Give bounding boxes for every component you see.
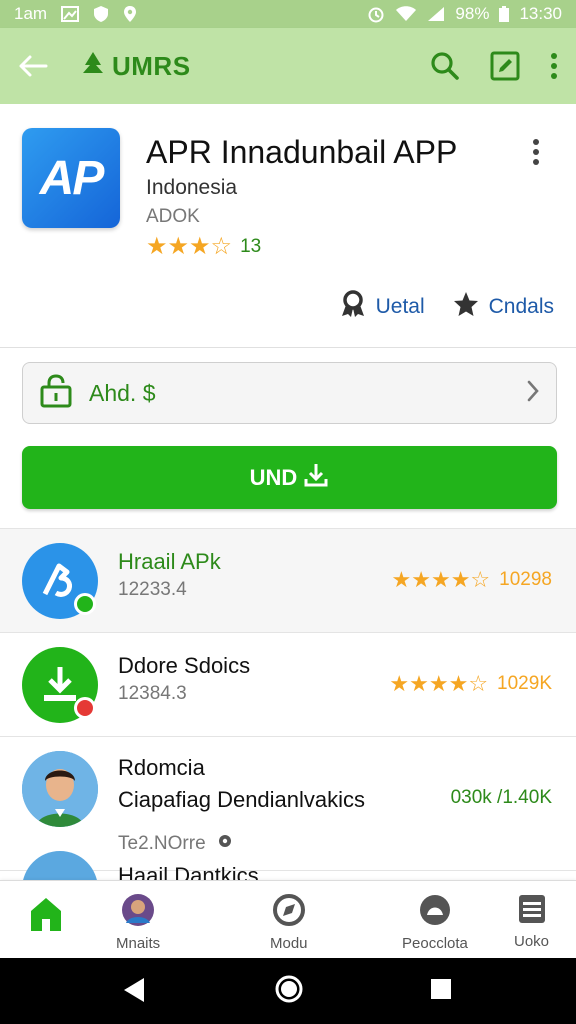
settings-icon (217, 833, 233, 854)
list-item-subtitle-text: Te2.NOrre (118, 833, 206, 854)
rating-stars: ★★★☆ (146, 233, 233, 260)
app-header-card: AP APR Innadunbail APP Indonesia ADOK ★★… (0, 104, 576, 348)
nav-home[interactable] (28, 895, 64, 941)
tree-logo-icon (82, 51, 104, 82)
list-item[interactable]: Rdomcia Ciapafiag Dendianlvakics Te2.NOr… (0, 736, 576, 854)
list-item[interactable]: Haail Dantkics (0, 851, 576, 880)
search-icon[interactable] (430, 51, 460, 81)
home-icon (28, 895, 64, 937)
more-vert-icon[interactable] (550, 52, 558, 80)
list-item-subtitle: Te2.NOrre (118, 833, 233, 855)
header-action-1[interactable]: Uetal (340, 290, 425, 324)
list-item-stars: ★★★★☆ (391, 567, 491, 592)
app-bar: UMRS (0, 28, 576, 104)
compass-icon (272, 893, 306, 931)
record-badge-icon (74, 697, 96, 719)
app-bar-title-text: UMRS (112, 50, 191, 81)
battery-percent: 98% (455, 4, 490, 23)
app-name: APR Innadunbail APP (146, 134, 458, 170)
star-icon (453, 291, 479, 323)
edit-icon[interactable] (490, 51, 520, 81)
wifi-icon (395, 6, 417, 22)
app-logo: AP (22, 128, 120, 228)
list-item-count: 030k /1.40K (450, 787, 552, 808)
nav-modu[interactable]: Modu (270, 893, 308, 952)
lock-icon (39, 373, 73, 413)
list-item-count: 10298 (499, 569, 552, 590)
header-action-2[interactable]: Cndals (453, 291, 554, 323)
play-badge-icon (74, 593, 96, 615)
avatar (22, 751, 98, 827)
header-action-1-label: Uetal (375, 295, 425, 318)
menu-list-icon (517, 893, 547, 929)
list-item[interactable]: Hraail APk 12233.4 ★★★★☆ 10298 (0, 528, 576, 632)
app-logo-text: AP (39, 151, 105, 205)
list-item-rating: ★★★★☆ 10298 (392, 567, 552, 593)
alarm-icon (367, 5, 385, 23)
nav-uoko[interactable]: Uoko (514, 893, 549, 950)
location-notification-icon (123, 5, 137, 23)
nav-peocclota[interactable]: Peocclota (402, 893, 468, 952)
signal-icon (427, 6, 445, 22)
profile-circle-icon (418, 893, 452, 931)
back-triangle-icon[interactable] (122, 976, 146, 1009)
install-button-label: UND (249, 464, 298, 490)
bottom-nav: Mnaits Modu Peocclota Uoko (0, 880, 576, 958)
install-button[interactable]: UND (22, 446, 557, 509)
nav-mnaits-label: Mnaits (116, 935, 161, 952)
list-item-stars: ★★★★☆ (389, 671, 489, 696)
list-item[interactable]: Ddore Sdoics 12384.3 ★★★★☆ 1029K (0, 632, 576, 736)
app-category: ADOK (146, 206, 200, 227)
list-item-subtitle: 12384.3 (118, 683, 187, 704)
list-item-rating: ★★★★☆ 1029K (389, 671, 552, 697)
list-item-stats: 030k /1.40K (451, 787, 552, 809)
list-item-title: Haail Dantkics (118, 863, 259, 880)
nav-uoko-label: Uoko (514, 933, 550, 950)
list-item-title: Hraail APk (118, 549, 221, 574)
list-item-count: 1029K (497, 673, 552, 694)
price-label: Ahd. $ (89, 379, 156, 406)
chevron-right-icon (526, 379, 540, 408)
system-nav-bar (0, 958, 576, 1024)
status-clock: 13:30 (519, 4, 562, 23)
home-circle-icon[interactable] (274, 974, 304, 1009)
header-action-2-label: Cndals (488, 295, 554, 318)
price-row[interactable]: Ahd. $ (22, 362, 557, 424)
list-item-4-icon (22, 851, 98, 880)
list-item-title-line-2: Ciapafiag Dendianlvakics (118, 787, 366, 812)
nav-peocclota-label: Peocclota (402, 935, 468, 952)
ribbon-icon (340, 290, 366, 324)
list-item-title: Rdomcia (118, 755, 205, 780)
app-more-icon[interactable] (532, 138, 540, 166)
shield-notification-icon (93, 5, 109, 23)
recents-square-icon[interactable] (430, 978, 452, 1005)
battery-icon (499, 6, 510, 22)
app-list: Hraail APk 12233.4 ★★★★☆ 10298 Ddore Sdo… (0, 528, 576, 880)
app-header-actions: Uetal Cndals (340, 290, 554, 324)
download-icon (303, 462, 329, 494)
avatar (121, 893, 155, 931)
status-time-left: 1am (14, 4, 48, 23)
app-developer[interactable]: Indonesia (146, 176, 237, 200)
back-arrow-icon[interactable] (18, 54, 48, 78)
nav-mnaits[interactable]: Mnaits (116, 893, 160, 952)
app-rating: ★★★☆ 13 (146, 232, 261, 261)
image-notification-icon (61, 6, 80, 22)
list-item-subtitle: 12233.4 (118, 579, 187, 600)
rating-count: 13 (240, 235, 262, 257)
nav-modu-label: Modu (270, 935, 308, 952)
app-bar-title: UMRS (82, 51, 191, 82)
status-bar: 1am 98% 13:30 (0, 0, 576, 28)
list-item-title: Ddore Sdoics (118, 653, 251, 678)
